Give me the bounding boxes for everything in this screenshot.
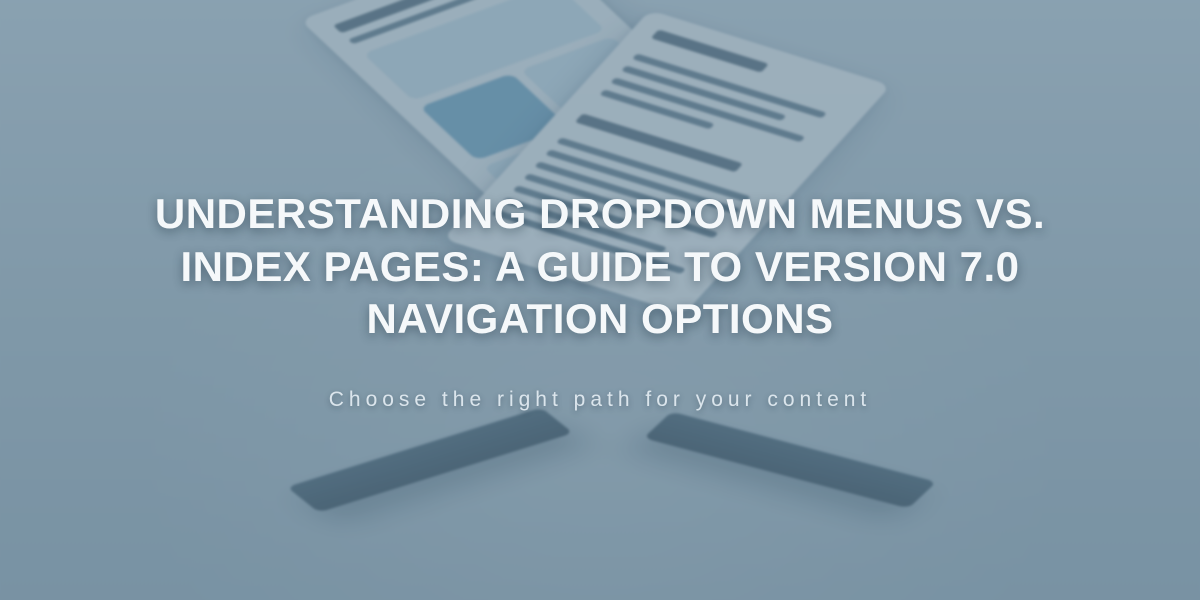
hero-text-block: UNDERSTANDING DROPDOWN MENUS VS. INDEX P… bbox=[0, 0, 1200, 600]
hero-title: UNDERSTANDING DROPDOWN MENUS VS. INDEX P… bbox=[140, 188, 1060, 346]
hero-subtitle: Choose the right path for your content bbox=[329, 388, 872, 412]
